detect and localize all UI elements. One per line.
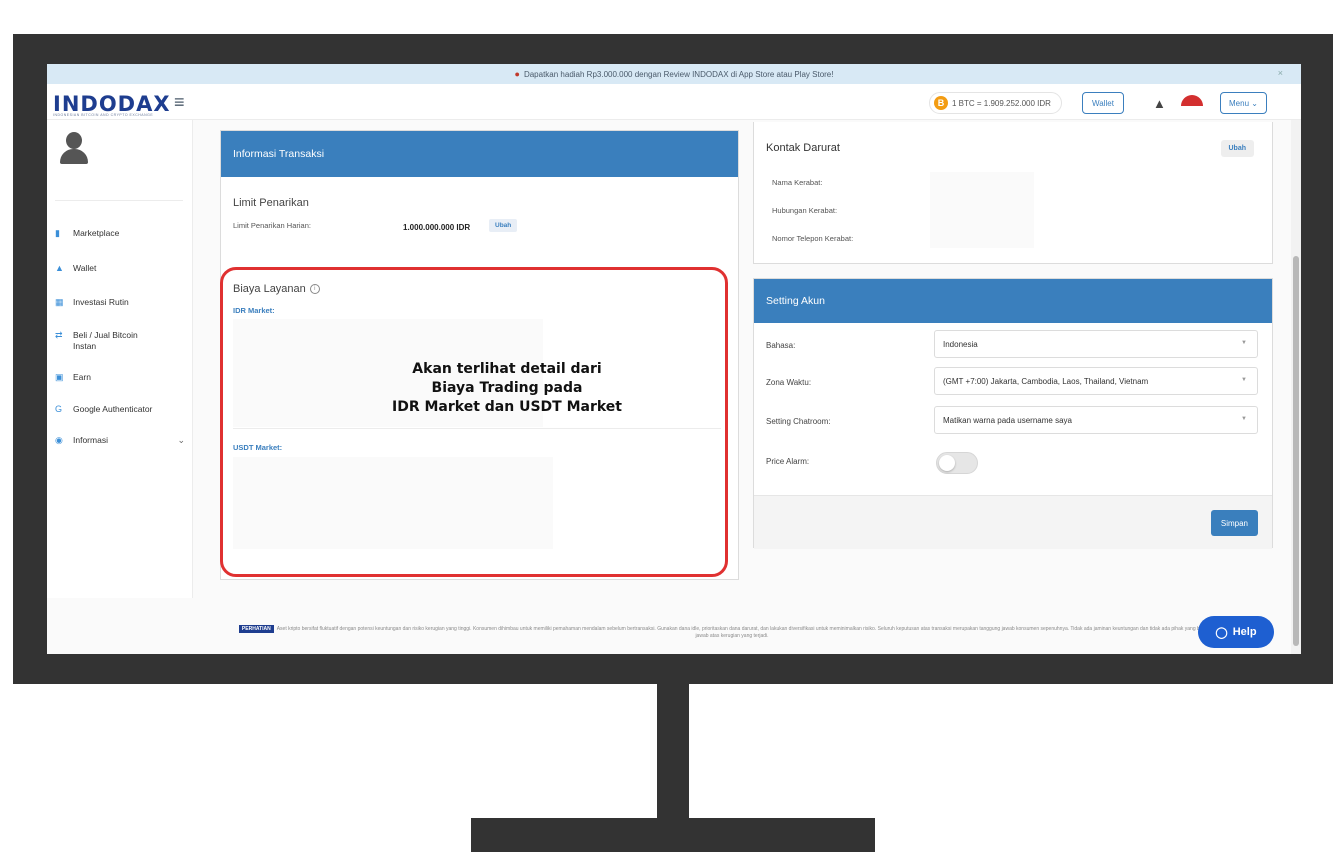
zona-waktu-label: Zona Waktu: [766,378,812,387]
gift-icon: ● [514,69,520,79]
sidebar-item-label: Investasi Rutin [73,297,129,307]
help-label: Help [1232,626,1257,638]
monitor-stand-neck [657,684,689,820]
chart-icon: ▮ [55,228,60,238]
help-button[interactable]: ◯ Help [1198,616,1274,648]
sidebar-item-marketplace[interactable]: ▮ Marketplace [55,228,189,239]
setting-akun-header: Setting Akun [754,279,1272,323]
bahasa-value: Indonesia [943,339,978,349]
kontak-values-area [930,172,1034,248]
indonesia-flag-icon[interactable] [1181,95,1203,106]
avatar-body [60,149,88,164]
caret-down-icon: ▼ [1241,377,1247,383]
promo-banner[interactable]: ● Dapatkan hadiah Rp3.000.000 dengan Rev… [47,64,1301,84]
sidebar-item-label: Marketplace [73,228,120,238]
sidebar-item-label: Informasi [73,435,108,445]
sidebar-item-earn[interactable]: ▣ Earn [55,372,189,383]
sidebar-item-investasi-rutin[interactable]: ▦ Investasi Rutin [55,297,189,308]
close-icon[interactable]: × [1278,68,1283,78]
chatroom-select[interactable]: Matikan warna pada username saya ▼ [934,406,1258,434]
bahasa-label: Bahasa: [766,341,796,350]
sidebar-item-label: Beli / Jual Bitcoin Instan [73,330,138,351]
logo-tagline: INDONESIAN BITCOIN AND CRYPTO EXCHANGE [53,113,154,117]
wallet-button[interactable]: Wallet [1082,92,1124,114]
sidebar: ▮ Marketplace ▲ Wallet ▦ Investasi Rutin… [47,120,193,598]
hubungan-kerabat-label: Hubungan Kerabat: [772,206,838,215]
sidebar-nav: ▮ Marketplace ▲ Wallet ▦ Investasi Rutin… [55,228,189,446]
avatar[interactable] [57,130,91,164]
sidebar-item-informasi[interactable]: ◉ Informasi ⌄ [55,435,189,446]
btc-price-text: 1 BTC = 1.909.252.000 IDR [952,98,1051,108]
zona-waktu-value: (GMT +7:00) Jakarta, Cambodia, Laos, Tha… [943,376,1149,386]
notification-bell-icon[interactable]: ▲ [1153,96,1166,111]
avatar-head [66,132,82,149]
sidebar-item-label: Earn [73,372,91,382]
simpan-button[interactable]: Simpan [1210,510,1258,536]
disclaimer-text: Aset kripto bersifat fluktuatif dengan p… [276,626,1226,639]
monitor-stand-base [471,818,875,852]
footer-disclaimer: PERHATIAN Aset kripto bersifat fluktuatif… [237,625,1227,640]
calendar-icon: ▦ [55,297,64,307]
google-icon: G [55,404,63,414]
price-alarm-toggle[interactable] [936,452,978,474]
info-icon: ◉ [55,435,63,445]
setting-footer: Simpan [754,495,1272,549]
caret-down-icon: ▼ [1241,340,1247,346]
chatroom-value: Matikan warna pada username saya [943,415,1072,425]
earn-icon: ▣ [55,372,64,382]
wallet-icon: ▲ [55,263,64,273]
toggle-knob [939,455,955,471]
scrollbar-thumb[interactable] [1293,256,1299,646]
sidebar-item-wallet[interactable]: ▲ Wallet [55,263,189,273]
sidebar-divider [55,200,183,201]
kontak-darurat-panel: Kontak Darurat Ubah Nama Kerabat: Hubung… [753,122,1273,264]
chatroom-label: Setting Chatroom: [766,417,831,426]
top-header: INDODAX INDONESIAN BITCOIN AND CRYPTO EX… [47,84,1301,120]
telepon-kerabat-label: Nomor Telepon Kerabat: [772,234,854,243]
sidebar-item-label: Google Authenticator [73,404,153,414]
sidebar-item-google-authenticator[interactable]: G Google Authenticator [55,404,189,414]
limit-penarikan-title: Limit Penarikan [233,197,309,209]
callout-line-2: Biaya Trading pada [431,380,583,396]
limit-harian-label: Limit Penarikan Harian: [233,221,311,230]
nama-kerabat-label: Nama Kerabat: [772,178,823,187]
zona-waktu-select[interactable]: (GMT +7:00) Jakarta, Cambodia, Laos, Tha… [934,367,1258,395]
sidebar-item-beli-jual-instan[interactable]: ⇄ Beli / Jual Bitcoin Instan [55,330,189,352]
promo-text: Dapatkan hadiah Rp3.000.000 dengan Revie… [523,69,834,79]
chevron-down-icon: ⌄ [177,435,185,445]
highlight-frame [220,267,728,577]
perhatian-badge: PERHATIAN [238,625,274,633]
annotation-callout: Akan terlihat detail dari Biaya Trading … [367,360,647,417]
sidebar-item-label: Wallet [73,263,97,273]
limit-harian-value: 1.000.000.000 IDR [403,223,471,232]
bitcoin-icon: B [934,96,948,110]
btc-price-ticker[interactable]: B 1 BTC = 1.909.252.000 IDR [929,92,1062,114]
bahasa-select[interactable]: Indonesia ▼ [934,330,1258,358]
swap-icon: ⇄ [55,330,63,340]
limit-ubah-button[interactable]: Ubah [489,219,518,232]
browser-screen: ● Dapatkan hadiah Rp3.000.000 dengan Rev… [47,64,1301,654]
callout-line-1: Akan terlihat detail dari [412,361,602,377]
callout-line-3: IDR Market dan USDT Market [392,399,622,415]
hamburger-menu-icon[interactable]: ≡ [174,93,185,111]
caret-down-icon: ▼ [1241,416,1247,422]
menu-dropdown-button[interactable]: Menu ⌄ [1220,92,1267,114]
kontak-ubah-button[interactable]: Ubah [1220,140,1254,157]
informasi-transaksi-header: Informasi Transaksi [221,131,738,177]
kontak-darurat-title: Kontak Darurat [766,142,840,154]
price-alarm-label: Price Alarm: [766,457,810,466]
setting-akun-panel: Setting Akun Bahasa: Indonesia ▼ Zona Wa… [753,278,1273,549]
chat-bubble-icon: ◯ [1215,626,1228,639]
